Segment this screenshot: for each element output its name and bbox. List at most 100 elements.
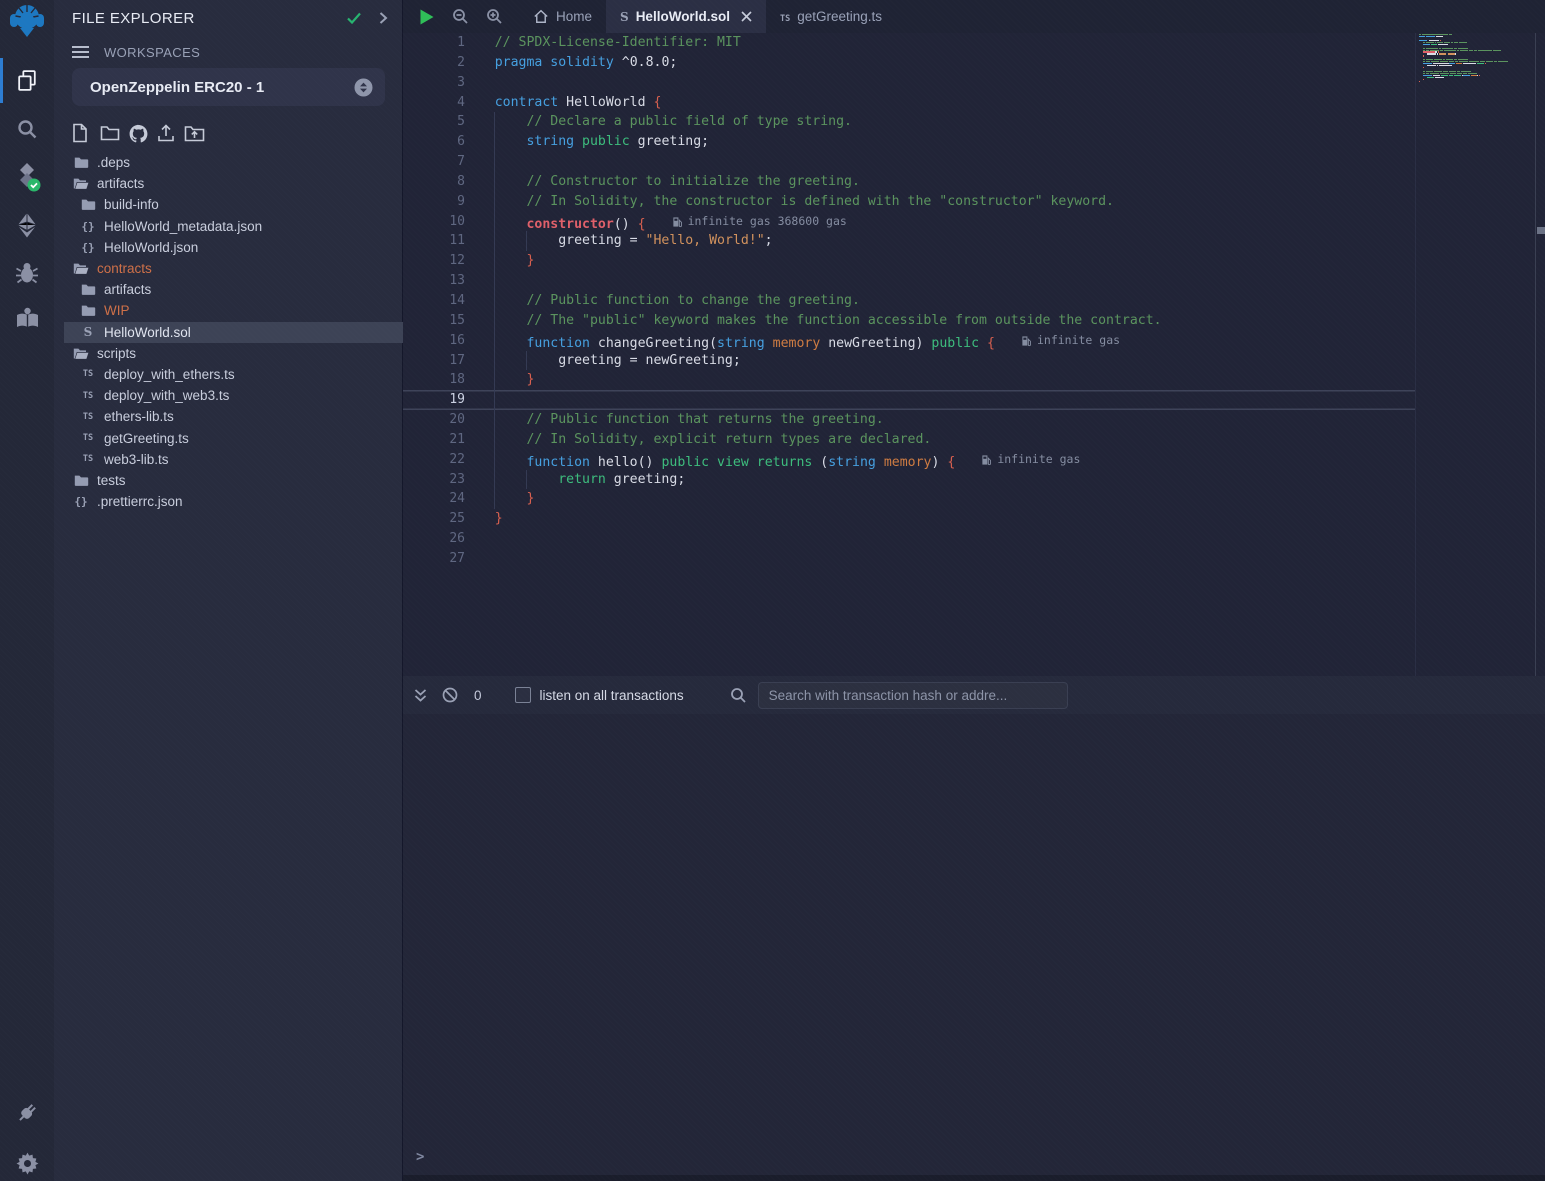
tab-home[interactable]: Home <box>519 0 606 33</box>
search-icon <box>730 687 747 704</box>
gear-icon[interactable] <box>0 1145 54 1181</box>
indent-guide <box>526 231 527 251</box>
code-line-26[interactable] <box>403 529 1415 549</box>
tree-item-tests[interactable]: tests <box>64 470 403 491</box>
indent-guide <box>494 311 495 331</box>
code-line-23[interactable]: return greeting; <box>403 470 1415 490</box>
code-line-6[interactable]: string public greeting; <box>403 132 1415 152</box>
code-line-22[interactable]: function hello() public view returns (st… <box>403 450 1415 470</box>
main-area: HomeSHelloWorld.solTSgetGreeting.ts 1234… <box>403 0 1545 1181</box>
code-line-8[interactable]: // Constructor to initialize the greetin… <box>403 172 1415 192</box>
new-file-icon[interactable] <box>72 122 90 144</box>
gas-estimate: infinite gas <box>1021 331 1120 351</box>
tree-item-helloworld-metadata-json[interactable]: {}HelloWorld_metadata.json <box>64 216 403 237</box>
code-line-24[interactable]: } <box>403 489 1415 509</box>
transaction-search-input[interactable] <box>758 682 1068 709</box>
tree-item-label: HelloWorld.sol <box>104 325 191 340</box>
workspace-select[interactable]: OpenZeppelin ERC20 - 1 <box>72 68 385 106</box>
tree-item--deps[interactable]: .deps <box>64 152 403 173</box>
check-icon[interactable] <box>346 11 362 25</box>
gas-estimate: infinite gas <box>981 450 1080 470</box>
code-line-9[interactable]: // In Solidity, the constructor is defin… <box>403 192 1415 212</box>
tree-item-artifacts[interactable]: artifacts <box>64 173 403 194</box>
tab-getgreeting-ts[interactable]: TSgetGreeting.ts <box>766 0 896 33</box>
tree-item-helloworld-sol[interactable]: SHelloWorld.sol <box>64 322 403 343</box>
folder-icon <box>73 474 89 487</box>
tab-helloworld-sol[interactable]: SHelloWorld.sol <box>606 0 766 33</box>
tree-item-artifacts[interactable]: artifacts <box>64 279 403 300</box>
tree-item-scripts[interactable]: scripts <box>64 343 403 364</box>
debugger-icon[interactable] <box>0 255 54 291</box>
tree-item-build-info[interactable]: build-info <box>64 194 403 215</box>
indent-guide <box>494 231 495 251</box>
indent-guide <box>494 152 495 172</box>
folder-icon <box>80 283 96 296</box>
menu-icon[interactable] <box>72 45 89 59</box>
code-line-1[interactable]: // SPDX-License-Identifier: MIT <box>403 33 1415 53</box>
tree-item-deploy-with-ethers-ts[interactable]: TSdeploy_with_ethers.ts <box>64 364 403 385</box>
code-line-5[interactable]: // Declare a public field of type string… <box>403 112 1415 132</box>
code-line-2[interactable]: pragma solidity ^0.8.0; <box>403 53 1415 73</box>
code-line-12[interactable]: } <box>403 251 1415 271</box>
terminal-toolbar: 0 listen on all transactions <box>403 676 1545 714</box>
upload-file-icon[interactable] <box>156 122 174 144</box>
code-line-3[interactable] <box>403 73 1415 93</box>
github-icon[interactable] <box>128 122 146 144</box>
book-icon[interactable] <box>0 300 54 336</box>
tree-item-getgreeting-ts[interactable]: TSgetGreeting.ts <box>64 427 403 448</box>
plug-icon[interactable] <box>0 1095 54 1131</box>
ts-icon: TS <box>80 433 96 443</box>
indent-guide <box>494 192 495 212</box>
ban-icon[interactable] <box>442 687 458 703</box>
code-line-17[interactable]: greeting = newGreeting; <box>403 351 1415 371</box>
play-icon[interactable] <box>409 0 443 33</box>
code-editor[interactable]: 1234567891011121314151617181920212223242… <box>403 33 1545 676</box>
file-explorer-icon[interactable] <box>0 62 54 98</box>
deploy-run-icon[interactable] <box>0 207 54 243</box>
listen-checkbox[interactable] <box>515 687 531 703</box>
zoom-in-icon[interactable] <box>477 0 511 33</box>
indent-guide <box>494 390 495 410</box>
tree-item-ethers-lib-ts[interactable]: TSethers-lib.ts <box>64 406 403 427</box>
folder-icon <box>80 304 96 317</box>
tree-item-helloworld-json[interactable]: {}HelloWorld.json <box>64 237 403 258</box>
solidity-compiler-icon[interactable] <box>0 159 54 195</box>
remix-logo[interactable] <box>0 5 54 41</box>
chevrons-down-icon[interactable] <box>413 688 428 703</box>
code-line-25[interactable]: } <box>403 509 1415 529</box>
upload-folder-icon[interactable] <box>184 122 202 144</box>
tree-item-wip[interactable]: WIP <box>64 300 403 321</box>
terminal-output[interactable]: > <box>403 714 1545 1181</box>
code-line-4[interactable]: contract HelloWorld { <box>403 93 1415 113</box>
close-icon[interactable] <box>741 11 752 22</box>
zoom-out-icon[interactable] <box>443 0 477 33</box>
code-line-15[interactable]: // The "public" keyword makes the functi… <box>403 311 1415 331</box>
code-line-13[interactable] <box>403 271 1415 291</box>
minimap[interactable] <box>1419 34 1535 86</box>
tree-item-contracts[interactable]: contracts <box>64 258 403 279</box>
transaction-count: 0 <box>474 688 482 703</box>
scrollbar-handle[interactable] <box>1537 227 1545 234</box>
chevron-right-icon[interactable] <box>378 11 388 25</box>
indent-guide <box>494 251 495 271</box>
tree-item--prettierrc-json[interactable]: {}.prettierrc.json <box>64 491 403 512</box>
ts-icon: TS <box>80 369 96 379</box>
code-line-11[interactable]: greeting = "Hello, World!"; <box>403 231 1415 251</box>
indent-guide <box>494 450 495 470</box>
search-icon[interactable] <box>0 111 54 147</box>
code-line-21[interactable]: // In Solidity, explicit return types ar… <box>403 430 1415 450</box>
ts-icon: TS <box>80 391 96 401</box>
new-folder-icon[interactable] <box>100 122 118 144</box>
minimap-divider <box>1415 33 1416 676</box>
code-line-18[interactable]: } <box>403 370 1415 390</box>
tree-item-deploy-with-web3-ts[interactable]: TSdeploy_with_web3.ts <box>64 385 403 406</box>
code-line-14[interactable]: // Public function to change the greetin… <box>403 291 1415 311</box>
code-line-20[interactable]: // Public function that returns the gree… <box>403 410 1415 430</box>
code-line-19[interactable] <box>403 390 1415 410</box>
code-line-7[interactable] <box>403 152 1415 172</box>
code-line-10[interactable]: constructor() {infinite gas 368600 gas <box>403 212 1415 232</box>
scrollbar-track[interactable] <box>1535 33 1545 676</box>
code-line-16[interactable]: function changeGreeting(string memory ne… <box>403 331 1415 351</box>
tree-item-web3-lib-ts[interactable]: TSweb3-lib.ts <box>64 449 403 470</box>
code-line-27[interactable] <box>403 549 1415 569</box>
